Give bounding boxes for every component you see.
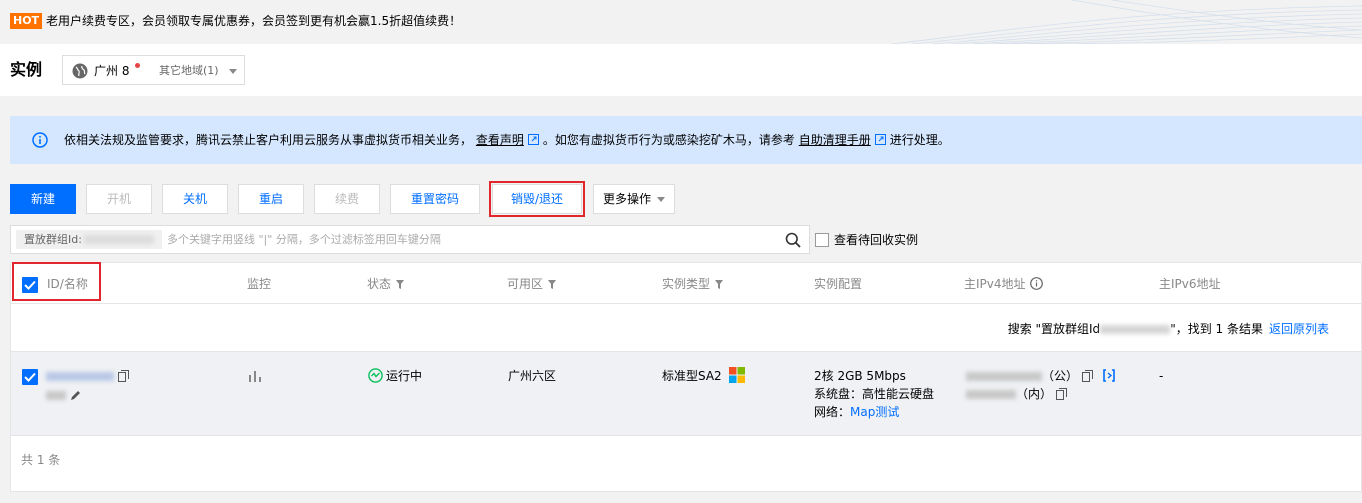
public-ip: （公） bbox=[966, 367, 1115, 385]
redacted-public-ip bbox=[966, 372, 1042, 381]
notice-part3: 进行处理。 bbox=[889, 133, 950, 147]
placement-group-filter-tag[interactable]: 置放群组Id: bbox=[16, 230, 162, 249]
pending-recycle-toggle[interactable]: 查看待回收实例 bbox=[815, 231, 918, 248]
pending-recycle-checkbox[interactable] bbox=[815, 233, 829, 247]
region-name: 广州 8 bbox=[94, 64, 130, 78]
instance-type-cell: 标准型SA2 bbox=[662, 367, 745, 385]
col-ipv4-label: 主IPv4地址 bbox=[964, 277, 1026, 291]
status-cell: 运行中 bbox=[368, 367, 422, 385]
public-ip-suffix: （公） bbox=[1042, 369, 1079, 383]
col-id-name: ID/名称 bbox=[47, 277, 88, 291]
restart-button[interactable]: 重启 bbox=[238, 184, 304, 214]
switch-ip-icon[interactable] bbox=[1103, 369, 1115, 382]
chevron-down-icon bbox=[657, 197, 665, 202]
redacted-instance-name bbox=[46, 391, 66, 400]
copy-icon[interactable] bbox=[1082, 370, 1094, 382]
private-ip-suffix: （内） bbox=[1016, 387, 1053, 401]
col-status[interactable]: 状态 bbox=[367, 276, 405, 292]
renew-button[interactable]: 续费 bbox=[314, 184, 380, 214]
col-config: 实例配置 bbox=[814, 277, 863, 291]
other-regions: 其它地域(1) bbox=[159, 64, 219, 77]
network-link[interactable]: Map测试 bbox=[850, 405, 899, 419]
status-text: 运行中 bbox=[386, 369, 423, 383]
redacted-value bbox=[83, 235, 154, 244]
config-line-2: 系统盘：高性能云硬盘 bbox=[814, 387, 935, 401]
notice-text: 依相关法规及监管要求，腾讯云禁止客户利用云服务从事虚拟货币相关业务， 查看声明 。… bbox=[64, 132, 950, 148]
running-status-icon bbox=[368, 368, 383, 383]
network-line: 网络：Map测试 bbox=[814, 403, 899, 421]
col-status-label: 状态 bbox=[367, 277, 392, 291]
check-icon bbox=[24, 280, 36, 290]
col-monitor: 监控 bbox=[247, 277, 272, 291]
search-input[interactable] bbox=[167, 230, 767, 249]
promo-banner[interactable]: HOT 老用户续费专区，会员领取专属优惠券，会员签到更有机会赢1.5折超值续费！ bbox=[0, 0, 1362, 44]
info-icon bbox=[32, 132, 48, 148]
monitor-chart-icon[interactable] bbox=[248, 370, 262, 382]
col-instance-type-label: 实例类型 bbox=[662, 277, 711, 291]
table-header: ID/名称 监控 状态 可用区 实例类型 实例配置 主IPv4地址 主IPv6地… bbox=[11, 263, 1361, 304]
search-bar[interactable]: 置放群组Id: bbox=[10, 225, 810, 254]
hot-badge: HOT bbox=[10, 13, 43, 29]
search-icon[interactable] bbox=[785, 232, 801, 248]
compliance-notice: 依相关法规及监管要求，腾讯云禁止客户利用云服务从事虚拟货币相关业务， 查看声明 。… bbox=[10, 116, 1362, 164]
redacted-instance-id[interactable] bbox=[46, 372, 114, 381]
filter-icon[interactable] bbox=[548, 280, 557, 289]
notice-part1: 依相关法规及监管要求，腾讯云禁止客户利用云服务从事虚拟货币相关业务， bbox=[64, 133, 473, 147]
page-header: 实例 广州 8 其它地域(1) bbox=[0, 44, 1362, 96]
windows-logo-icon bbox=[728, 367, 745, 383]
row-checkbox[interactable] bbox=[22, 369, 38, 385]
chevron-down-icon bbox=[229, 69, 237, 74]
banner-wave-decoration bbox=[892, 0, 1362, 44]
statement-link[interactable]: 查看声明 bbox=[476, 133, 524, 147]
cleanup-manual-link[interactable]: 自助清理手册 bbox=[799, 133, 871, 147]
col-ipv6: 主IPv6地址 bbox=[1159, 277, 1221, 291]
instance-table: ID/名称 监控 状态 可用区 实例类型 实例配置 主IPv4地址 主IPv6地… bbox=[10, 262, 1362, 492]
zone-cell: 广州六区 bbox=[508, 369, 557, 383]
col-instance-type[interactable]: 实例类型 bbox=[662, 276, 724, 292]
table-row[interactable]: 运行中 广州六区 标准型SA2 2核 2GB 5Mbps 系统盘：高性能云硬盘 … bbox=[11, 351, 1361, 436]
result-suffix: "，找到 1 条结果 bbox=[1170, 322, 1263, 336]
instance-type-text: 标准型SA2 bbox=[662, 369, 722, 383]
col-zone-label: 可用区 bbox=[507, 277, 544, 291]
ipv6-cell: - bbox=[1159, 369, 1164, 383]
promo-text[interactable]: 老用户续费专区，会员领取专属优惠券，会员签到更有机会赢1.5折超值续费！ bbox=[46, 13, 461, 29]
region-alert-dot bbox=[135, 63, 140, 68]
copy-icon[interactable] bbox=[118, 370, 129, 382]
config-line-1: 2核 2GB 5Mbps bbox=[814, 369, 906, 383]
redacted-private-ip bbox=[966, 390, 1016, 399]
destroy-return-button[interactable]: 销毁/退还 bbox=[492, 184, 582, 214]
redacted-value bbox=[1100, 325, 1171, 334]
filter-icon[interactable] bbox=[396, 280, 405, 289]
globe-icon bbox=[72, 63, 88, 79]
result-prefix: 搜索 "置放群组Id bbox=[1007, 322, 1101, 336]
check-icon bbox=[24, 372, 36, 382]
filter-icon[interactable] bbox=[715, 280, 724, 289]
copy-icon[interactable] bbox=[1056, 388, 1068, 400]
search-result-summary: 搜索 "置放群组Id "，找到 1 条结果 返回原列表 bbox=[1008, 321, 1329, 337]
start-button[interactable]: 开机 bbox=[86, 184, 152, 214]
back-to-list-link[interactable]: 返回原列表 bbox=[1269, 322, 1329, 336]
pending-recycle-label: 查看待回收实例 bbox=[834, 233, 919, 247]
select-all-checkbox[interactable] bbox=[22, 277, 38, 293]
network-label: 网络： bbox=[814, 405, 851, 419]
create-button[interactable]: 新建 bbox=[10, 184, 76, 214]
private-ip: （内） bbox=[966, 385, 1068, 403]
page-title: 实例 bbox=[10, 60, 43, 79]
notice-part2: 。如您有虚拟货币行为或感染挖矿木马，请参考 bbox=[542, 133, 795, 147]
shutdown-button[interactable]: 关机 bbox=[162, 184, 228, 214]
region-selector[interactable]: 广州 8 其它地域(1) bbox=[62, 55, 245, 85]
col-zone[interactable]: 可用区 bbox=[507, 276, 557, 292]
total-count: 共 1 条 bbox=[21, 453, 61, 467]
edit-icon[interactable] bbox=[70, 389, 81, 401]
external-link-icon[interactable] bbox=[527, 134, 539, 145]
more-actions-label: 更多操作 bbox=[602, 192, 651, 206]
external-link-icon[interactable] bbox=[874, 134, 886, 145]
instance-id[interactable] bbox=[46, 367, 129, 385]
col-ipv4: 主IPv4地址 bbox=[964, 276, 1043, 292]
reset-password-button[interactable]: 重置密码 bbox=[390, 184, 480, 214]
more-actions-dropdown[interactable]: 更多操作 bbox=[593, 184, 675, 214]
filter-tag-label: 置放群组Id: bbox=[24, 233, 82, 246]
instance-name bbox=[46, 386, 81, 404]
info-icon[interactable] bbox=[1029, 277, 1043, 290]
